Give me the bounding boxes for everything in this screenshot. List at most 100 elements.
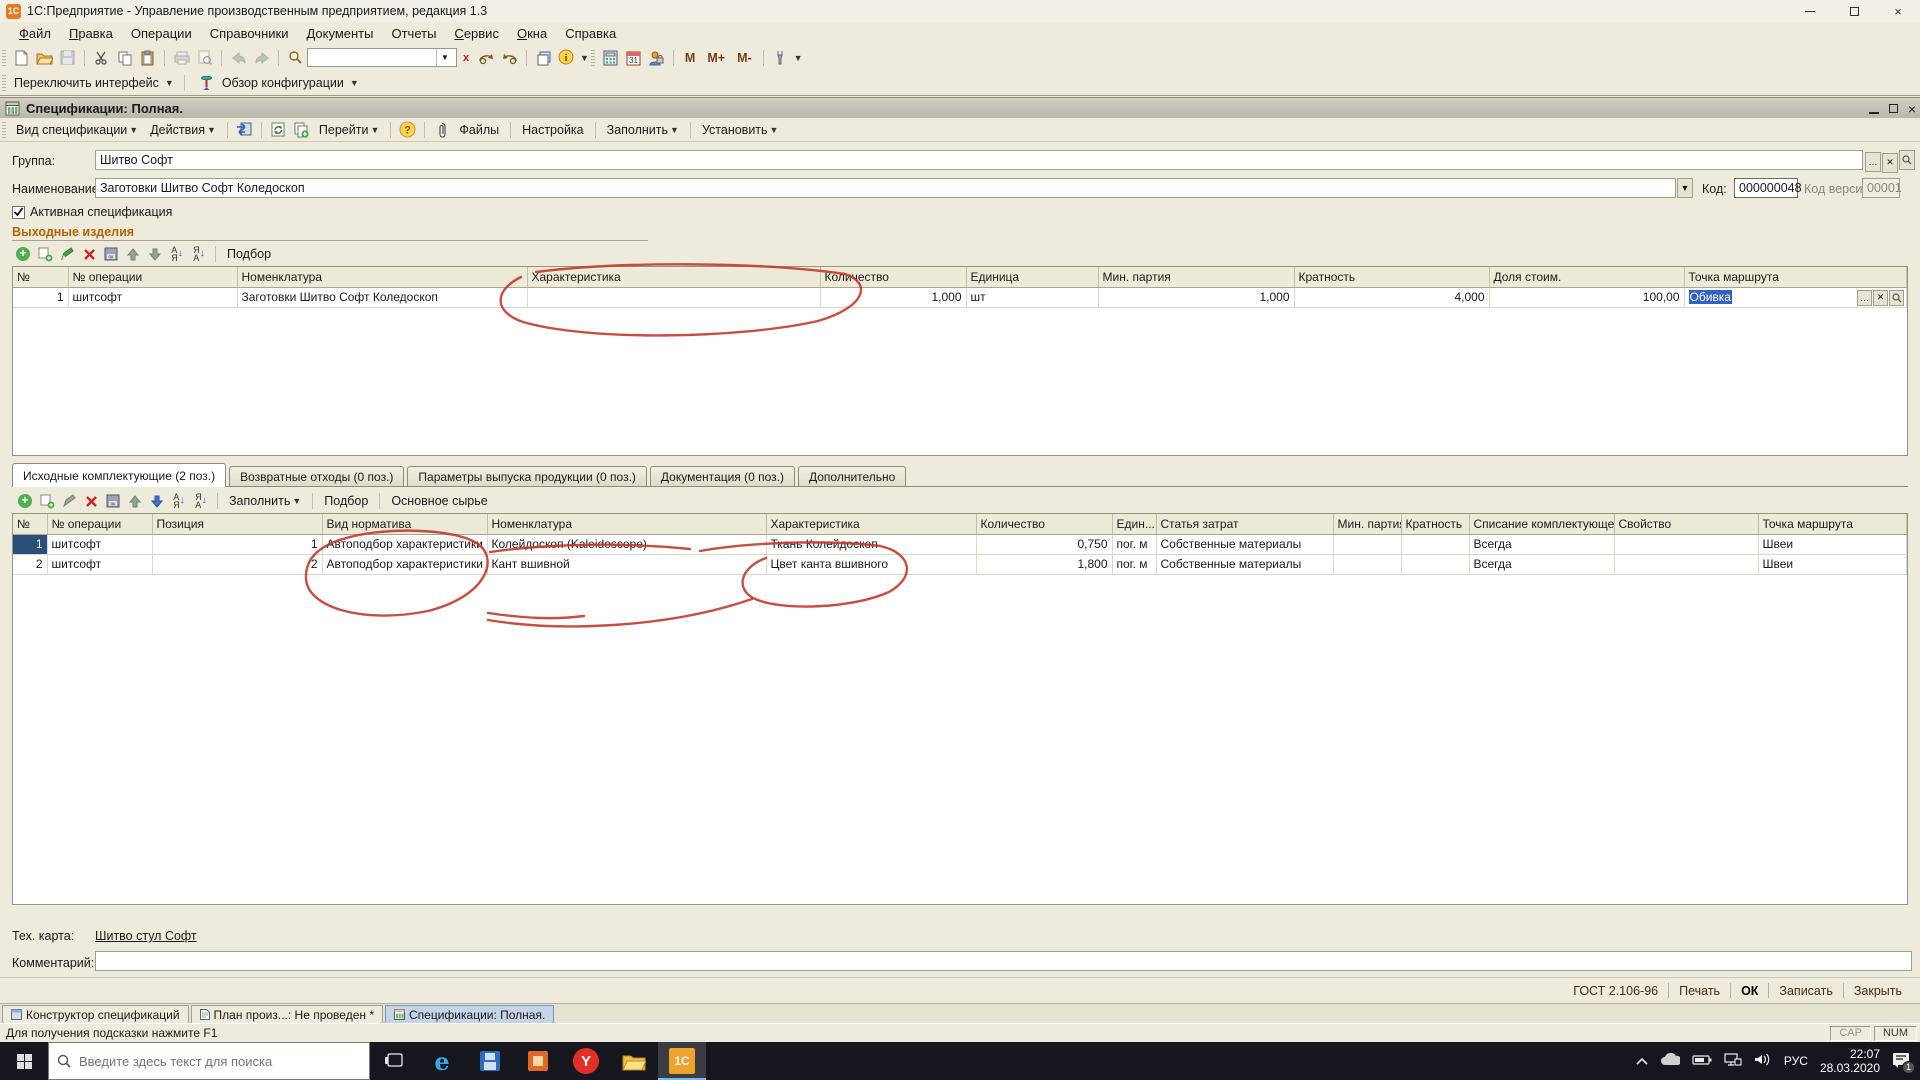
cell-cost-item[interactable]: Собственные материалы bbox=[1156, 534, 1334, 555]
yandex-browser-icon[interactable]: Y bbox=[562, 1042, 610, 1080]
memory-subtract-button[interactable]: M- bbox=[731, 51, 758, 65]
taskbar-search-input[interactable] bbox=[79, 1053, 339, 1069]
copy-icon[interactable] bbox=[113, 47, 136, 68]
language-indicator[interactable]: РУС bbox=[1784, 1054, 1808, 1068]
cell-route-point[interactable]: Швеи bbox=[1758, 554, 1907, 575]
search-input[interactable] bbox=[308, 50, 436, 65]
menu-help[interactable]: Справка bbox=[556, 24, 625, 43]
close-button[interactable]: × bbox=[1876, 0, 1920, 22]
cell-route-point[interactable]: Обивка … ✕ bbox=[1683, 286, 1907, 308]
active-spec-checkbox[interactable] bbox=[12, 205, 25, 219]
taskbar-1c-icon[interactable]: 1С bbox=[658, 1042, 706, 1080]
cell-cost-item[interactable]: Собственные материалы bbox=[1156, 554, 1334, 575]
cell-quantity[interactable]: 1,800 bbox=[976, 554, 1113, 575]
move-up-icon[interactable] bbox=[122, 245, 144, 263]
cell-min-batch[interactable] bbox=[1333, 554, 1402, 575]
cell-num[interactable]: 1 bbox=[13, 287, 69, 308]
help-icon[interactable]: ? bbox=[396, 119, 419, 140]
app-blue-icon[interactable] bbox=[466, 1042, 514, 1080]
tech-card-link[interactable]: Шитво стул Софт bbox=[95, 929, 197, 943]
cell-characteristic[interactable]: Ткань Колейдоскоп bbox=[766, 534, 977, 555]
minimize-button[interactable] bbox=[1788, 0, 1832, 22]
route-clear-icon[interactable]: ✕ bbox=[1873, 289, 1888, 306]
find-prev-icon[interactable] bbox=[498, 47, 521, 68]
combo-dropdown-icon[interactable]: ▼ bbox=[436, 49, 453, 66]
sort-desc-icon[interactable]: Я А ↓ bbox=[188, 245, 210, 263]
spec-view-button[interactable]: Вид спецификации ▼ bbox=[10, 121, 144, 139]
cut-icon[interactable] bbox=[90, 47, 113, 68]
name-dropdown-icon[interactable]: ▼ bbox=[1677, 178, 1693, 198]
tab-additional[interactable]: Дополнительно bbox=[797, 466, 907, 487]
mdi-minimize-button[interactable] bbox=[1868, 111, 1879, 114]
print-icon[interactable] bbox=[170, 47, 193, 68]
config-overview-icon[interactable] bbox=[195, 73, 218, 94]
tab-output-params[interactable]: Параметры выпуска продукции (0 поз.) bbox=[407, 466, 647, 487]
back-icon[interactable] bbox=[227, 47, 250, 68]
menu-reports[interactable]: Отчеты bbox=[382, 24, 445, 43]
reread-icon[interactable] bbox=[233, 119, 256, 140]
find-icon[interactable] bbox=[284, 47, 307, 68]
copy-row-icon[interactable] bbox=[36, 492, 58, 510]
actions-button[interactable]: Действия ▼ bbox=[144, 121, 222, 139]
files-button[interactable]: Файлы bbox=[453, 121, 505, 139]
components-pick-button[interactable]: Подбор bbox=[318, 492, 374, 510]
goto-button[interactable]: Перейти ▼ bbox=[313, 121, 385, 139]
cell-unit[interactable]: пог. м bbox=[1112, 554, 1157, 575]
tab-return-waste[interactable]: Возвратные отходы (0 поз.) bbox=[229, 466, 405, 487]
mdi-restore-button[interactable] bbox=[1888, 104, 1898, 113]
write-button[interactable]: Записать bbox=[1769, 982, 1842, 1000]
cell-norm-type[interactable]: Автоподбор характеристики bbox=[322, 534, 488, 555]
cell-cost-share[interactable]: 100,00 bbox=[1489, 287, 1685, 308]
menu-documents[interactable]: Документы bbox=[297, 24, 382, 43]
mdi-tab-specification[interactable]: Спецификации: Полная. bbox=[385, 1005, 555, 1023]
gost-button[interactable]: ГОСТ 2.106-96 bbox=[1563, 982, 1668, 1000]
mdi-tab-plan[interactable]: План произ...: Не проведен * bbox=[190, 1005, 384, 1023]
info-icon[interactable]: i bbox=[555, 47, 578, 68]
cell-min-batch[interactable] bbox=[1333, 534, 1402, 555]
menu-service[interactable]: Сервис bbox=[445, 24, 508, 43]
cell-norm-type[interactable]: Автоподбор характеристики bbox=[322, 554, 488, 575]
menu-operations[interactable]: Операции bbox=[122, 24, 201, 43]
calculator-icon[interactable] bbox=[599, 47, 622, 68]
app-orange-icon[interactable] bbox=[514, 1042, 562, 1080]
paste-icon[interactable] bbox=[136, 47, 159, 68]
add-row-icon[interactable]: + bbox=[14, 492, 36, 510]
cell-multiplicity[interactable]: 4,000 bbox=[1294, 287, 1490, 308]
edge-icon[interactable]: e bbox=[418, 1042, 466, 1080]
move-down-icon[interactable] bbox=[144, 245, 166, 263]
menu-windows[interactable]: Окна bbox=[508, 24, 556, 43]
paperclip-icon[interactable] bbox=[430, 119, 453, 140]
add-row-icon[interactable]: + bbox=[12, 245, 34, 263]
mdi-tab-constructor[interactable]: Конструктор спецификаций bbox=[2, 1005, 189, 1023]
user-lock-icon[interactable] bbox=[645, 47, 668, 68]
volume-icon[interactable] bbox=[1754, 1053, 1772, 1069]
cell-unit[interactable]: шт bbox=[966, 287, 1099, 308]
copy-new-icon[interactable] bbox=[290, 119, 313, 140]
cell-property[interactable] bbox=[1614, 554, 1759, 575]
memory-add-button[interactable]: M+ bbox=[701, 51, 731, 65]
cell-quantity[interactable]: 0,750 bbox=[976, 534, 1113, 555]
network-icon[interactable] bbox=[1724, 1053, 1742, 1069]
start-button[interactable] bbox=[0, 1042, 48, 1080]
cell-position[interactable]: 2 bbox=[152, 554, 323, 575]
code-field[interactable]: 000000048 bbox=[1734, 178, 1802, 198]
name-field[interactable]: Заготовки Шитво Софт Коледоскоп bbox=[95, 178, 1676, 198]
open-icon[interactable] bbox=[33, 47, 56, 68]
cell-unit[interactable]: пог. м bbox=[1112, 534, 1157, 555]
cell-writeoff[interactable]: Всегда bbox=[1469, 534, 1615, 555]
new-document-icon[interactable] bbox=[10, 47, 33, 68]
taskbar-search[interactable] bbox=[48, 1042, 370, 1080]
edit-row-icon[interactable] bbox=[56, 245, 78, 263]
move-up-icon[interactable] bbox=[124, 492, 146, 510]
print-preview-icon[interactable] bbox=[193, 47, 216, 68]
cell-nomenclature[interactable]: Кант вшивной bbox=[487, 554, 767, 575]
notification-center-icon[interactable]: 1 bbox=[1892, 1052, 1915, 1074]
search-combobox[interactable]: ▼ bbox=[307, 48, 457, 67]
print-button[interactable]: Печать bbox=[1669, 982, 1730, 1000]
cell-multiplicity[interactable] bbox=[1401, 554, 1470, 575]
cell-operation[interactable]: шитсофт bbox=[47, 554, 153, 575]
comment-field[interactable] bbox=[95, 951, 1912, 971]
switch-interface-dropdown-icon[interactable]: ▼ bbox=[165, 78, 174, 88]
toolbar-grip[interactable] bbox=[2, 121, 6, 138]
cell-num[interactable]: 2 bbox=[13, 554, 48, 575]
